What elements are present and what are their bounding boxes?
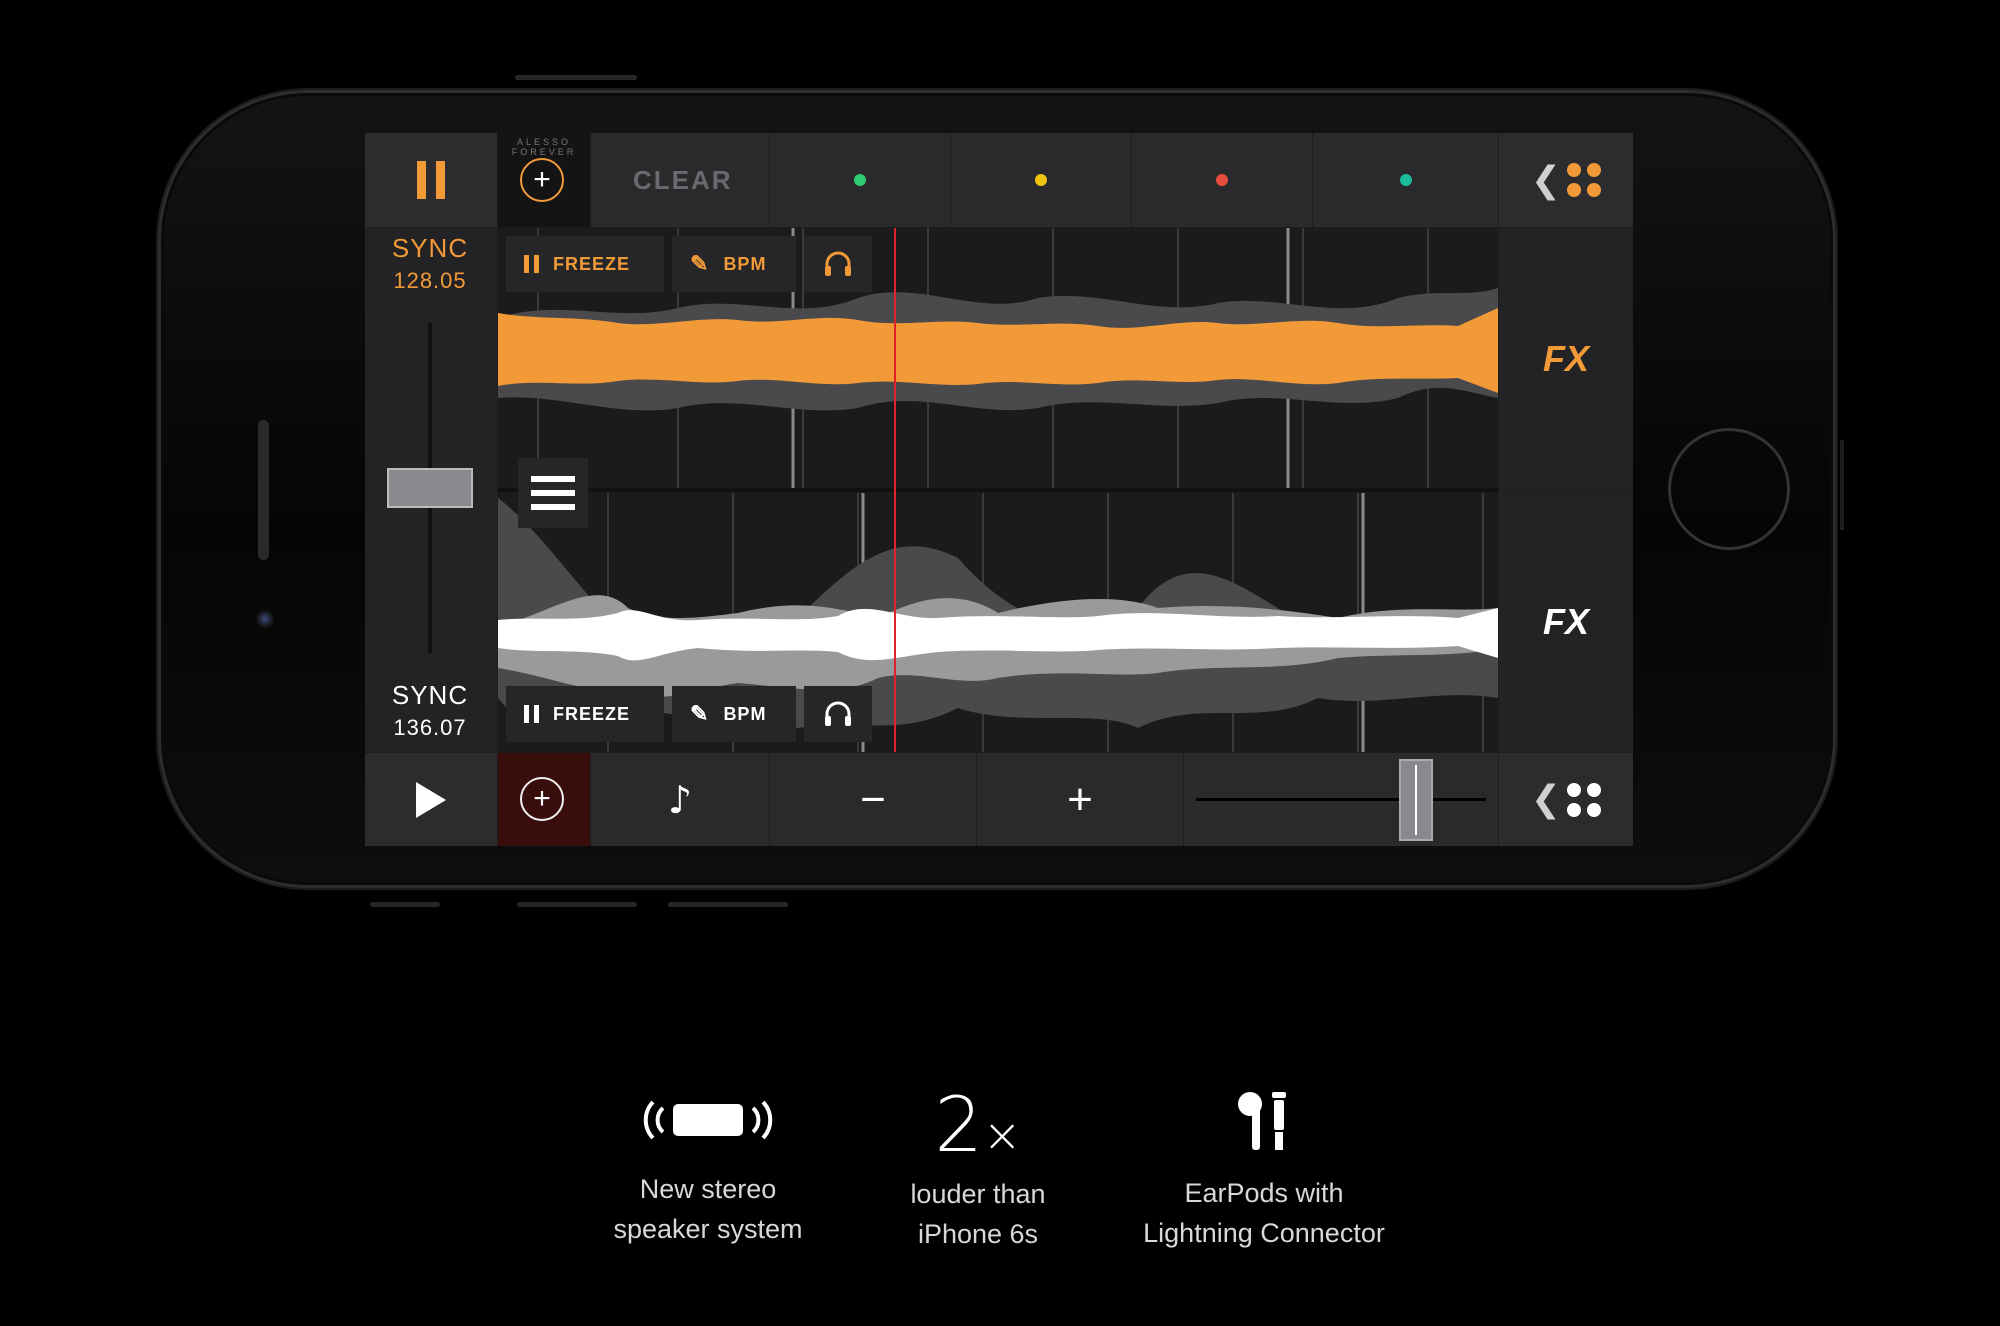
- album-art-deck-a[interactable]: ALESSO FOREVER +: [498, 133, 590, 227]
- library-menu-button[interactable]: [518, 458, 588, 528]
- add-icon: +: [520, 777, 564, 821]
- home-button[interactable]: [1668, 428, 1790, 550]
- cue-dot: [1216, 174, 1228, 186]
- cue-pad-4[interactable]: [1313, 133, 1498, 227]
- earpods-icon: [1238, 1092, 1286, 1150]
- chevron-left-icon: ❮: [1530, 159, 1562, 201]
- play-button[interactable]: [365, 753, 497, 846]
- album-text: ALESSO FOREVER: [511, 137, 577, 157]
- music-note-icon: ♪: [667, 777, 693, 822]
- clear-button[interactable]: CLEAR: [591, 133, 769, 227]
- phone-bottom-button-2: [517, 902, 637, 907]
- bpm-button-deck-a[interactable]: ✎ BPM: [672, 236, 796, 292]
- pitch-fader-handle[interactable]: [387, 468, 473, 508]
- freeze-button-deck-b[interactable]: FREEZE: [506, 686, 664, 742]
- pause-icon: [524, 705, 539, 723]
- headphones-button-deck-b[interactable]: [804, 686, 872, 742]
- cue-dot: [1035, 174, 1047, 186]
- caption-line-2: speaker system: [613, 1214, 803, 1244]
- phone-bottom-button-1: [370, 902, 440, 907]
- pause-button[interactable]: [365, 133, 497, 227]
- menu-icon: [531, 476, 575, 510]
- add-icon: +: [520, 158, 564, 202]
- chevron-left-icon: ❮: [1530, 779, 1562, 820]
- dj-app-screen: ALESSO FOREVER + CLEAR ❮ SYNC 128.05 SYN…: [365, 133, 1633, 846]
- bpm-value: 136.07: [393, 715, 467, 740]
- cue-pad-2[interactable]: [951, 133, 1131, 227]
- music-note-button[interactable]: ♪: [591, 753, 769, 846]
- side-button: [1840, 440, 1844, 530]
- bpm-button-deck-b[interactable]: ✎ BPM: [672, 686, 796, 742]
- sync-deck-b[interactable]: SYNC 136.07: [365, 680, 495, 741]
- headphones-icon: [825, 701, 851, 726]
- cue-dot: [1399, 174, 1412, 186]
- edit-icon: ✎: [690, 251, 710, 276]
- crossfader-track: [1196, 798, 1486, 801]
- stereo-speaker-icon: [643, 1100, 773, 1140]
- sync-label: SYNC: [391, 233, 469, 263]
- pause-icon: [417, 161, 445, 199]
- louder-multiplier: ×: [982, 1108, 1022, 1162]
- pitch-minus-button[interactable]: −: [770, 753, 976, 846]
- caption-line-1: EarPods with: [1184, 1178, 1344, 1208]
- waveform-area[interactable]: FREEZE ✎ BPM FREEZE ✎ BPM: [498, 228, 1498, 752]
- plus-label: +: [1067, 774, 1093, 824]
- fx-label: FX: [1542, 338, 1589, 379]
- bpm-label: BPM: [723, 253, 767, 274]
- freeze-button-deck-a[interactable]: FREEZE: [506, 236, 664, 292]
- cue-pad-1[interactable]: [770, 133, 950, 227]
- deck-a-menu-button[interactable]: ❮: [1499, 133, 1633, 227]
- fx-button-deck-a[interactable]: FX: [1499, 228, 1633, 490]
- louder-title: 2×: [828, 1087, 1128, 1163]
- cue-pad-3[interactable]: [1132, 133, 1312, 227]
- phone-bottom-button-3: [668, 902, 788, 907]
- caption-line-1: New stereo: [639, 1174, 777, 1204]
- earpiece-speaker: [258, 420, 269, 560]
- waveform-display: [498, 228, 1498, 752]
- feature-earpods: EarPods with Lightning Connector: [1114, 1090, 1414, 1253]
- pause-icon: [524, 255, 539, 273]
- fx-label: FX: [1542, 600, 1589, 642]
- deck-b-menu-button[interactable]: ❮: [1499, 753, 1633, 846]
- bpm-label: BPM: [723, 703, 767, 724]
- front-camera: [256, 610, 274, 628]
- caption-line-1: louder than: [910, 1179, 1046, 1209]
- freeze-label: FREEZE: [553, 703, 631, 724]
- phone-top-button-1: [515, 75, 637, 80]
- feature-louder: 2× louder than iPhone 6s: [828, 1087, 1128, 1254]
- cue-dot: [854, 174, 866, 186]
- crossfader-handle[interactable]: [1399, 759, 1434, 841]
- edit-icon: ✎: [690, 701, 710, 726]
- freeze-label: FREEZE: [553, 253, 631, 274]
- play-icon: [416, 781, 446, 818]
- louder-number: 2: [934, 1080, 983, 1169]
- caption-line-2: Lightning Connector: [1143, 1218, 1385, 1248]
- sync-deck-a[interactable]: SYNC 128.05: [365, 233, 495, 294]
- grid-dots-icon: [1567, 782, 1602, 817]
- feature-stereo-speakers: New stereo speaker system: [558, 1090, 858, 1249]
- caption-line-2: iPhone 6s: [917, 1219, 1039, 1249]
- album-art-deck-b[interactable]: +: [498, 753, 590, 846]
- clear-label: CLEAR: [633, 164, 733, 195]
- fx-button-deck-b[interactable]: FX: [1499, 491, 1633, 752]
- headphones-icon: [825, 251, 851, 276]
- grid-dots-icon: [1567, 163, 1602, 197]
- pitch-plus-button[interactable]: +: [977, 753, 1183, 846]
- crossfader[interactable]: [1184, 753, 1498, 846]
- headphones-button-deck-a[interactable]: [804, 236, 872, 292]
- bpm-value: 128.05: [393, 268, 467, 293]
- sync-label: SYNC: [391, 680, 469, 710]
- minus-label: −: [860, 774, 886, 824]
